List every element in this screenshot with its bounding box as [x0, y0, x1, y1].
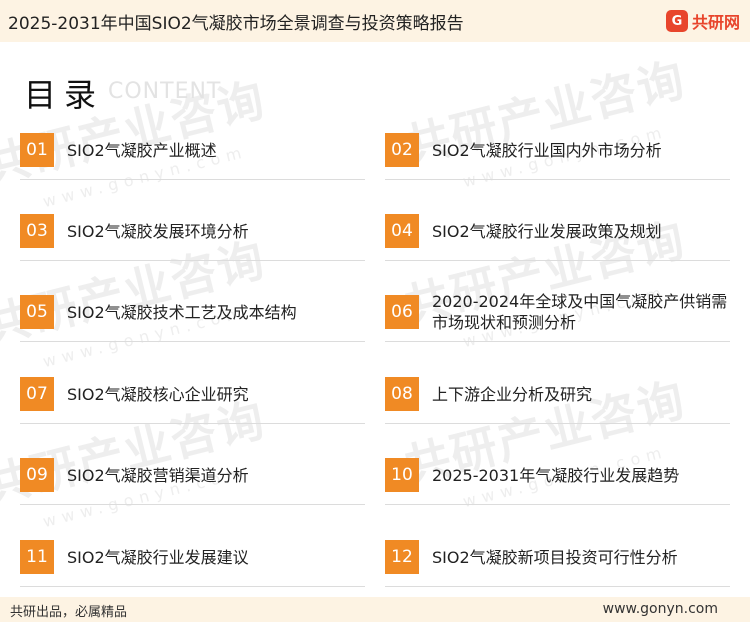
- toc-item-10[interactable]: 10 2025-2031年气凝胶行业发展趋势: [385, 445, 730, 505]
- toc-item-05[interactable]: 05 SIO2气凝胶技术工艺及成本结构: [20, 282, 365, 342]
- brand-logo-icon: G: [665, 10, 688, 32]
- brand-logo: G 共研网: [665, 9, 740, 33]
- footer-url[interactable]: www.gonyn.com: [603, 601, 718, 617]
- toc-label: SIO2气凝胶营销渠道分析: [67, 465, 249, 485]
- toc-number: 04: [385, 214, 419, 248]
- toc-label: SIO2气凝胶行业国内外市场分析: [432, 140, 662, 160]
- toc-number: 09: [20, 458, 54, 492]
- toc-label: SIO2气凝胶行业发展建议: [67, 547, 249, 567]
- toc-item-06[interactable]: 06 2020-2024年全球及中国气凝胶产供销需市场现状和预测分析: [385, 282, 730, 342]
- toc-number: 12: [385, 540, 419, 574]
- toc-number: 05: [20, 295, 54, 329]
- toc-label: 上下游企业分析及研究: [432, 384, 593, 404]
- toc-item-01[interactable]: 01 SIO2气凝胶产业概述: [20, 120, 365, 180]
- toc-label: SIO2气凝胶产业概述: [67, 140, 217, 160]
- toc-item-04[interactable]: 04 SIO2气凝胶行业发展政策及规划: [385, 201, 730, 261]
- toc-label: 2020-2024年全球及中国气凝胶产供销需市场现状和预测分析: [432, 292, 728, 332]
- toc-label: SIO2气凝胶发展环境分析: [67, 221, 249, 241]
- brand-name: 共研网: [691, 13, 740, 32]
- toc-label: SIO2气凝胶新项目投资可行性分析: [432, 547, 678, 567]
- toc-number: 10: [385, 458, 419, 492]
- toc-number: 06: [385, 295, 419, 329]
- toc-item-11[interactable]: 11 SIO2气凝胶行业发展建议: [20, 527, 365, 587]
- toc-item-08[interactable]: 08 上下游企业分析及研究: [385, 364, 730, 424]
- footer-bar: 共研出品，必属精品 www.gonyn.com: [0, 597, 750, 622]
- toc-heading: 目录: [24, 76, 105, 114]
- toc-label: SIO2气凝胶行业发展政策及规划: [432, 221, 662, 241]
- toc-item-02[interactable]: 02 SIO2气凝胶行业国内外市场分析: [385, 120, 730, 180]
- toc-item-07[interactable]: 07 SIO2气凝胶核心企业研究: [20, 364, 365, 424]
- footer-slogan: 共研出品，必属精品: [10, 605, 128, 620]
- toc-number: 03: [20, 214, 54, 248]
- toc-item-09[interactable]: 09 SIO2气凝胶营销渠道分析: [20, 445, 365, 505]
- toc-label: 2025-2031年气凝胶行业发展趋势: [432, 465, 680, 485]
- toc-number: 11: [20, 540, 54, 574]
- toc-label: SIO2气凝胶核心企业研究: [67, 384, 249, 404]
- toc-heading-en: CONTENT: [108, 79, 222, 104]
- toc-number: 02: [385, 133, 419, 167]
- toc-label: SIO2气凝胶技术工艺及成本结构: [67, 302, 297, 322]
- report-title: 2025-2031年中国SIO2气凝胶市场全景调查与投资策略报告: [8, 14, 464, 34]
- toc-number: 01: [20, 133, 54, 167]
- toc-number: 08: [385, 377, 419, 411]
- toc-item-12[interactable]: 12 SIO2气凝胶新项目投资可行性分析: [385, 527, 730, 587]
- toc-number: 07: [20, 377, 54, 411]
- header-bar: 2025-2031年中国SIO2气凝胶市场全景调查与投资策略报告 G 共研网: [0, 0, 750, 42]
- toc-item-03[interactable]: 03 SIO2气凝胶发展环境分析: [20, 201, 365, 261]
